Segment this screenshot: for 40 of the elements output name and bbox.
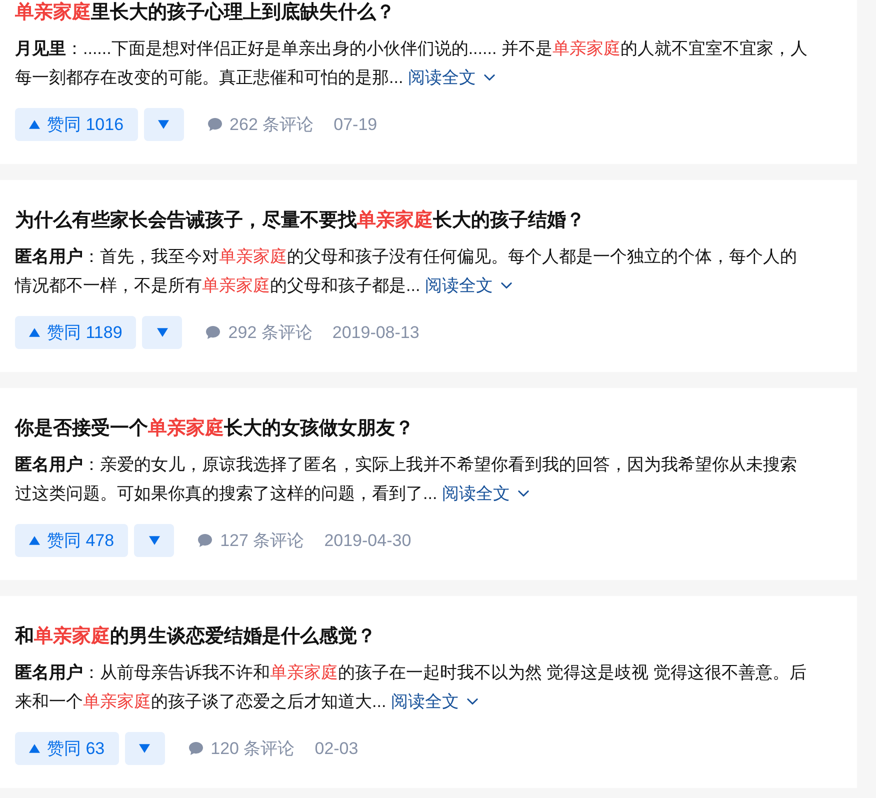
- question-title[interactable]: 为什么有些家长会告诫孩子，尽量不要找单亲家庭长大的孩子结婚？: [15, 206, 810, 235]
- triangle-up-icon: [29, 744, 40, 753]
- speech-bubble-icon: [206, 117, 223, 132]
- read-more-link[interactable]: 阅读全文: [390, 687, 478, 716]
- answer-date: 2019-08-13: [332, 322, 420, 344]
- chevron-down-icon: [518, 490, 529, 497]
- speech-bubble-icon: [188, 741, 204, 756]
- upvote-button[interactable]: 赞同 63: [15, 732, 119, 765]
- downvote-button[interactable]: [144, 108, 184, 141]
- chevron-down-icon: [484, 74, 495, 81]
- answer-excerpt: 匿名用户：首先，我至今对单亲家庭的父母和孩子没有任何偏见。每个人都是一个独立的个体，每个人的情况都不一样，不是所有单亲家庭的父母和孩子都是... 阅读全文: [15, 242, 810, 300]
- answer-date: 2019-04-30: [324, 530, 412, 552]
- speech-bubble-icon: [197, 533, 214, 548]
- question-title[interactable]: 单亲家庭里长大的孩子心理上到底缺失什么？: [15, 0, 810, 27]
- downvote-button[interactable]: [124, 732, 165, 765]
- read-more-link[interactable]: 阅读全文: [408, 63, 495, 92]
- chevron-down-icon: [466, 698, 478, 705]
- question-title[interactable]: 你是否接受一个单亲家庭长大的女孩做女朋友？: [15, 414, 810, 443]
- triangle-up-icon: [29, 328, 40, 337]
- upvote-button[interactable]: 赞同 478: [15, 524, 128, 557]
- answer-excerpt: 月见里：......下面是想对伴侣正好是单亲出身的小伙伴们说的...... 并不是单亲家庭的人就不宜室不宜家，人每一刻都存在改变的可能。真正悲催和可怕的是那... 阅读全文: [15, 34, 810, 92]
- answer-date: 02-03: [314, 738, 358, 760]
- upvote-button[interactable]: 赞同 1016: [15, 108, 138, 141]
- downvote-button[interactable]: [134, 524, 174, 557]
- triangle-down-icon: [139, 744, 150, 753]
- speech-bubble-icon: [205, 325, 222, 340]
- answer-excerpt: 匿名用户：从前母亲告诉我不许和单亲家庭的孩子在一起时我不以为然 觉得这是歧视 觉得这很不善意。后来和一个单亲家庭的孩子谈了恋爱之后才知道大... 阅读全文: [15, 658, 810, 716]
- triangle-down-icon: [156, 328, 168, 337]
- triangle-up-icon: [29, 120, 40, 129]
- read-more-link[interactable]: 阅读全文: [424, 271, 512, 300]
- answer-excerpt: 匿名用户：亲爱的女儿，原谅我选择了匿名，实际上我并不希望你看到我的回答，因为我希望你从未搜索过这类问题。可如果你真的搜索了这样的问题，看到了... 阅读全文: [15, 450, 810, 508]
- answer-date: 07-19: [334, 114, 378, 136]
- question-title[interactable]: 和单亲家庭的男生谈恋爱结婚是什么感觉？: [15, 622, 810, 651]
- upvote-button[interactable]: 赞同 1189: [15, 316, 136, 349]
- chevron-down-icon: [500, 282, 512, 289]
- triangle-down-icon: [158, 120, 170, 129]
- downvote-button[interactable]: [142, 316, 182, 349]
- triangle-down-icon: [148, 536, 160, 545]
- triangle-up-icon: [29, 536, 40, 545]
- read-more-link[interactable]: 阅读全文: [442, 479, 529, 508]
